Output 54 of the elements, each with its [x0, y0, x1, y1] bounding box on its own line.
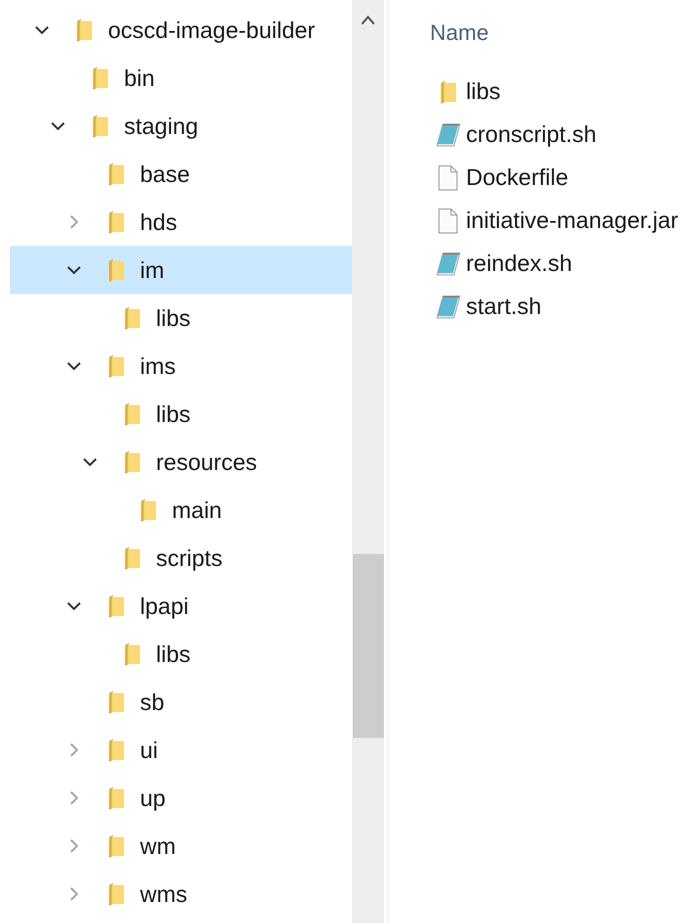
folder-icon — [124, 450, 140, 474]
file-name[interactable]: Dockerfile — [466, 164, 568, 191]
folder-icon — [124, 642, 140, 666]
script-icon — [435, 252, 461, 276]
folder-icon — [108, 882, 124, 906]
folder-icon — [440, 80, 456, 104]
folder-name[interactable]: libs — [156, 400, 191, 428]
folder-name[interactable]: staging — [124, 112, 198, 140]
script-icon — [435, 294, 461, 318]
folder-name[interactable]: bin — [124, 64, 155, 92]
folder-name[interactable]: libs — [156, 640, 191, 668]
folder-name[interactable]: scripts — [156, 544, 222, 572]
folder-name[interactable]: ui — [140, 736, 158, 764]
folder-icon — [92, 114, 108, 138]
file-name[interactable]: start.sh — [466, 293, 542, 320]
folder-icon — [108, 834, 124, 858]
tree-item-selected[interactable]: im — [10, 246, 352, 294]
folder-icon — [108, 594, 124, 618]
folder-name[interactable]: im — [140, 256, 164, 284]
folder-icon — [108, 162, 124, 186]
file-name[interactable]: initiative-manager.jar — [466, 207, 678, 234]
folder-name[interactable]: hds — [140, 208, 178, 236]
file-name[interactable]: cronscript.sh — [466, 121, 596, 148]
file-name[interactable]: reindex.sh — [466, 250, 572, 277]
file-icon — [438, 208, 458, 234]
folder-name[interactable]: ims — [140, 352, 176, 380]
folder-name[interactable]: lpapi — [140, 592, 189, 620]
folder-icon — [108, 786, 124, 810]
script-icon — [435, 122, 461, 146]
folder-icon — [124, 306, 140, 330]
folder-icon — [124, 546, 140, 570]
chevron-up-icon — [360, 14, 376, 26]
folder-icon — [108, 210, 124, 234]
folder-icon — [108, 738, 124, 762]
folder-name[interactable]: wm — [140, 832, 176, 860]
scrollbar-thumb[interactable] — [352, 554, 384, 738]
folder-icon — [108, 354, 124, 378]
folder-name[interactable]: wms — [140, 880, 188, 908]
file-name[interactable]: libs — [466, 78, 501, 105]
folder-name[interactable]: resources — [156, 448, 257, 476]
folder-icon — [76, 18, 92, 42]
folder-name[interactable]: sb — [140, 688, 164, 716]
file-icon — [438, 164, 458, 190]
folder-name[interactable]: ocscd-image-builder — [108, 16, 316, 44]
folder-icon — [140, 498, 156, 522]
folder-name[interactable]: base — [140, 160, 190, 188]
column-header[interactable]: Name — [430, 20, 692, 70]
folder-icon — [108, 258, 124, 282]
folder-icon — [124, 402, 140, 426]
folder-name[interactable]: up — [140, 784, 166, 812]
folder-name[interactable]: main — [172, 496, 222, 524]
folder-icon — [108, 690, 124, 714]
folder-name[interactable]: libs — [156, 304, 191, 332]
folder-icon — [92, 66, 108, 90]
